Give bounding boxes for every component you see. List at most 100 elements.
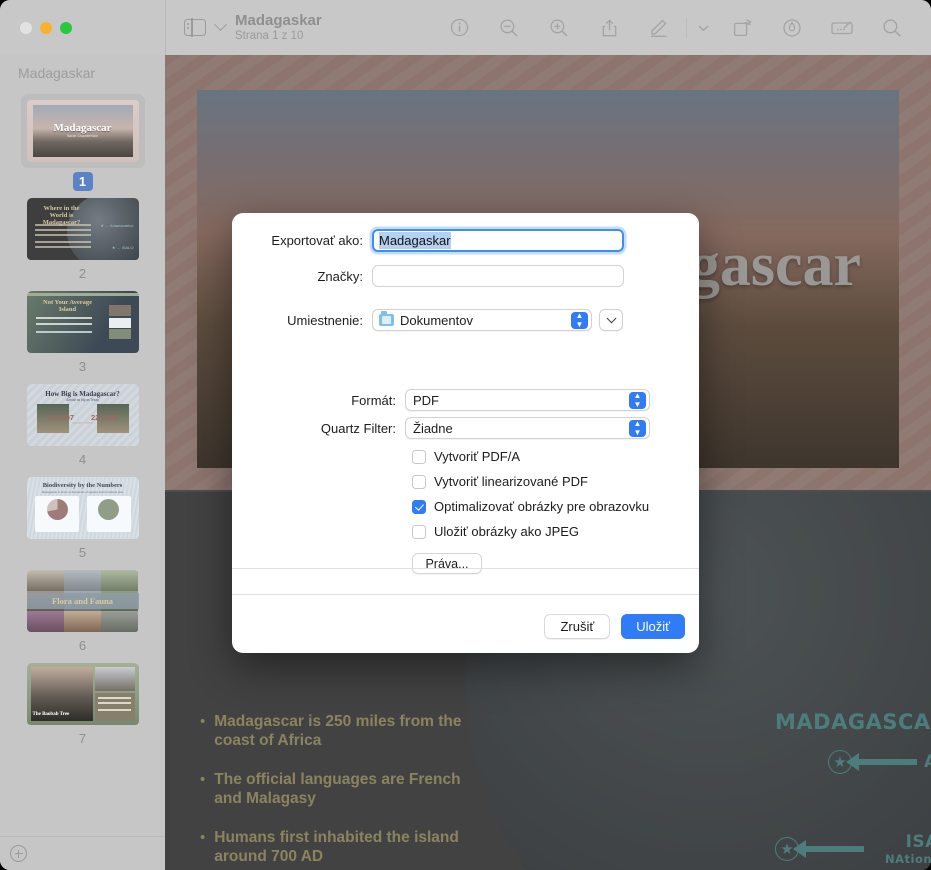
thumbnail-list: Madagascar Sarah Chamberlain 1 Where in … <box>0 87 165 789</box>
thumbnail-frame[interactable]: Where in the World is Madagascar? ★ ← An… <box>27 198 139 262</box>
sidebar-item-page-3[interactable]: Not Your Average Island 3 <box>0 284 165 377</box>
sidebar-footer <box>0 836 165 870</box>
stepper-icon[interactable]: ▲▼ <box>629 392 646 409</box>
quartz-filter-value: Žiadne <box>413 421 453 436</box>
sidebar-item-page-6[interactable]: Flora and Fauna 6 <box>0 563 165 656</box>
page-subtitle: Strana 1 z 10 <box>235 29 322 43</box>
export-dialog[interactable]: Exportovať ako: Madagaskar Značky: Umies… <box>232 213 699 653</box>
share-icon[interactable] <box>584 8 634 48</box>
sidebar-item-page-2[interactable]: Where in the World is Madagascar? ★ ← An… <box>0 191 165 284</box>
thumbnail-frame[interactable]: How Big is Madagascar? Almost as big as … <box>27 384 139 448</box>
chevron-down-icon[interactable] <box>689 8 717 48</box>
add-page-icon[interactable] <box>10 845 27 862</box>
title-group: Madagaskar Strana 1 z 10 <box>166 12 322 43</box>
checkbox-row-linearized[interactable]: Vytvoriť linearizované PDF <box>412 474 699 489</box>
highlight-icon[interactable] <box>767 8 817 48</box>
checkbox-label-pdfa: Vytvoriť PDF/A <box>434 449 520 464</box>
sidebar-item-page-1[interactable]: Madagascar Sarah Chamberlain 1 <box>0 87 165 191</box>
checkbox-row-jpeg[interactable]: Uložiť obrázky ako JPEG <box>412 524 699 539</box>
page-title: Madagaskar <box>235 12 322 29</box>
thumb-sub: Almost as big as Texas <box>27 398 139 402</box>
stepper-icon[interactable]: ▲▼ <box>629 420 646 437</box>
toolbar-separator <box>686 18 687 38</box>
page-number: 2 <box>79 266 86 284</box>
dialog-actions: Zrušiť Uložiť <box>544 614 685 639</box>
chevron-down-icon <box>606 313 616 323</box>
expand-browser-button[interactable] <box>599 309 623 331</box>
sidebar-item-page-4[interactable]: How Big is Madagascar? Almost as big as … <box>0 377 165 470</box>
window-toolbar: Madagaskar Strana 1 z 10 <box>0 0 931 55</box>
minimize-window-button[interactable] <box>40 22 52 34</box>
location-value: Dokumentov <box>400 313 473 328</box>
thumbnail-sidebar[interactable]: Madagaskar Madagascar Sarah Chamberlain … <box>0 55 165 870</box>
preview-window: Madagaskar Strana 1 z 10 <box>0 0 931 870</box>
checkbox-pdfa[interactable] <box>412 450 426 464</box>
thumb-heading: How Big is Madagascar? <box>27 390 139 398</box>
sidebar-item-page-5[interactable]: Biodiversity by the Numbers Madagascar i… <box>0 470 165 563</box>
location-select[interactable]: Dokumentov ▲▼ <box>372 309 592 331</box>
thumb-heading: Where in the World is Madagascar? <box>35 205 89 226</box>
info-icon[interactable] <box>434 8 484 48</box>
thumbnail-frame[interactable]: The Baobab Tree <box>27 663 139 727</box>
thumb-stat-unit: square miles <box>27 421 139 425</box>
checkbox-optimize-images[interactable] <box>412 500 426 514</box>
chevron-down-icon[interactable] <box>214 18 227 31</box>
thumb-heading: Biodiversity by the Numbers <box>27 482 139 489</box>
tags-input[interactable] <box>372 265 624 287</box>
rotate-icon[interactable] <box>717 8 767 48</box>
quartz-filter-label: Quartz Filter: <box>232 421 405 436</box>
thumb-sub: Madagascar is home to thousands of speci… <box>27 490 139 494</box>
traffic-lights <box>0 0 165 55</box>
page-number: 7 <box>79 731 86 749</box>
tags-row: Značky: <box>232 265 699 287</box>
dialog-divider <box>232 568 699 569</box>
thumbnail-frame[interactable]: Flora and Fauna <box>27 570 139 634</box>
page-thumbnail: Where in the World is Madagascar? ★ ← An… <box>27 198 139 260</box>
checkbox-row-pdfa[interactable]: Vytvoriť PDF/A <box>412 449 699 464</box>
page-thumbnail: The Baobab Tree <box>27 663 139 725</box>
export-as-row: Exportovať ako: Madagaskar <box>232 229 699 252</box>
thumb-heading: Flora and Fauna <box>27 593 139 609</box>
location-row: Umiestnenie: Dokumentov ▲▼ <box>232 309 699 331</box>
search-icon[interactable] <box>867 8 917 48</box>
page-thumbnail: Flora and Fauna <box>27 570 139 632</box>
checkbox-linearized-pdf[interactable] <box>412 475 426 489</box>
zoom-out-icon[interactable] <box>484 8 534 48</box>
quartz-filter-select[interactable]: Žiadne ▲▼ <box>405 417 650 439</box>
rights-button[interactable]: Práva... <box>412 553 482 574</box>
checkbox-save-images-jpeg[interactable] <box>412 525 426 539</box>
markup-pen-icon[interactable] <box>634 8 684 48</box>
signature-icon[interactable] <box>817 8 867 48</box>
stepper-icon[interactable]: ▲▼ <box>571 312 588 329</box>
format-label: Formát: <box>232 393 405 408</box>
page-number: 6 <box>79 638 86 656</box>
thumbnail-frame[interactable]: Madagascar Sarah Chamberlain <box>21 94 145 168</box>
export-as-value: Madagaskar <box>379 232 451 249</box>
location-label: Umiestnenie: <box>232 313 372 328</box>
page-number: 5 <box>79 545 86 563</box>
checkbox-row-optimize[interactable]: Optimalizovať obrázky pre obrazovku <box>412 499 699 514</box>
close-window-button[interactable] <box>20 22 32 34</box>
page-number: 4 <box>79 452 86 470</box>
tags-label: Značky: <box>232 269 372 284</box>
cancel-button[interactable]: Zrušiť <box>544 614 610 639</box>
zoom-in-icon[interactable] <box>534 8 584 48</box>
maximize-window-button[interactable] <box>60 22 72 34</box>
sidebar-item-page-7[interactable]: The Baobab Tree 7 <box>0 656 165 749</box>
sidebar-title: Madagaskar <box>0 55 165 87</box>
dialog-footer-divider <box>232 594 699 595</box>
thumb-heading: The Baobab Tree <box>33 712 70 717</box>
toolbar-actions <box>434 8 931 48</box>
thumb-heading: Not Your Average Island <box>37 299 99 314</box>
export-as-input[interactable]: Madagaskar <box>372 229 624 252</box>
format-value: PDF <box>413 393 439 408</box>
thumb-sub: Sarah Chamberlain <box>27 134 139 138</box>
sidebar-toggle-icon[interactable] <box>184 19 206 36</box>
format-select[interactable]: PDF ▲▼ <box>405 389 650 411</box>
thumbnail-frame[interactable]: Not Your Average Island <box>27 291 139 355</box>
page-thumbnail: Madagascar Sarah Chamberlain <box>27 100 139 162</box>
thumbnail-frame[interactable]: Biodiversity by the Numbers Madagascar i… <box>27 477 139 541</box>
save-button[interactable]: Uložiť <box>621 614 685 639</box>
checkbox-label-jpeg: Uložiť obrázky ako JPEG <box>434 524 579 539</box>
format-row: Formát: PDF ▲▼ <box>232 389 699 411</box>
